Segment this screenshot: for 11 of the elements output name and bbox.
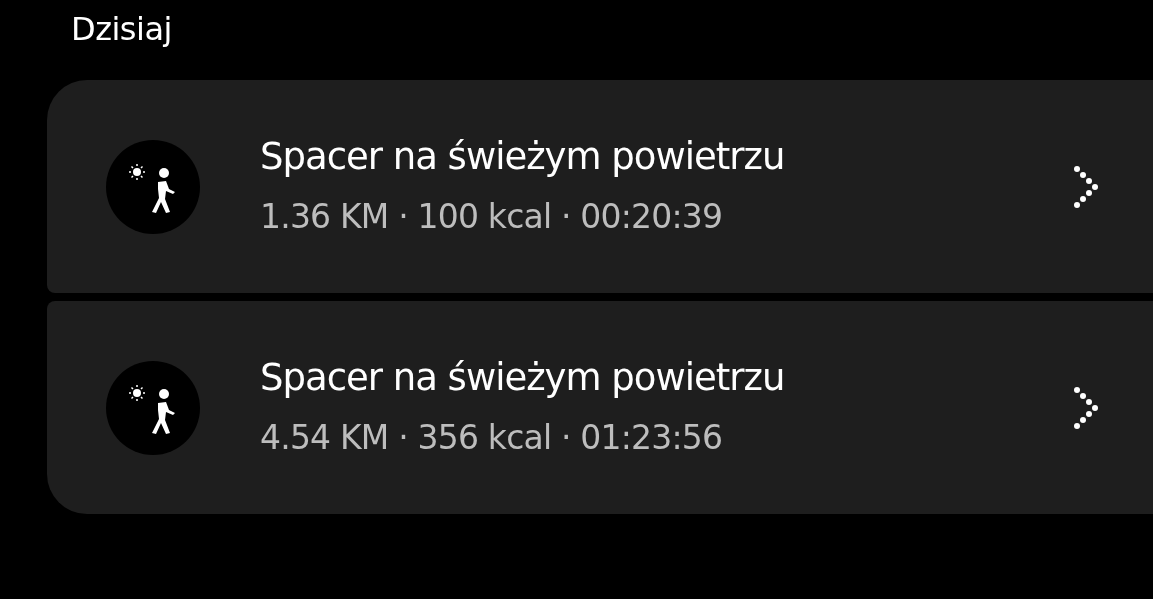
activity-card[interactable]: Spacer na świeżym powietrzu 1.36 KM · 100 kcal · 00:20:39	[47, 80, 1153, 293]
walking-icon	[106, 360, 200, 455]
section-title: Dzisiaj	[70, 9, 173, 50]
chevron-icon	[1073, 164, 1101, 209]
activity-title: Spacer na świeżym powietrzu	[260, 133, 786, 180]
activity-details: 4.54 KM · 356 kcal · 01:23:56	[260, 416, 724, 459]
activity-details: 1.36 KM · 100 kcal · 00:20:39	[260, 195, 724, 238]
activity-card[interactable]: Spacer na świeżym powietrzu 4.54 KM · 356 kcal · 01:23:56	[47, 301, 1153, 514]
activity-title: Spacer na świeżym powietrzu	[260, 354, 786, 401]
chevron-icon	[1073, 385, 1101, 430]
walking-icon	[106, 139, 200, 234]
